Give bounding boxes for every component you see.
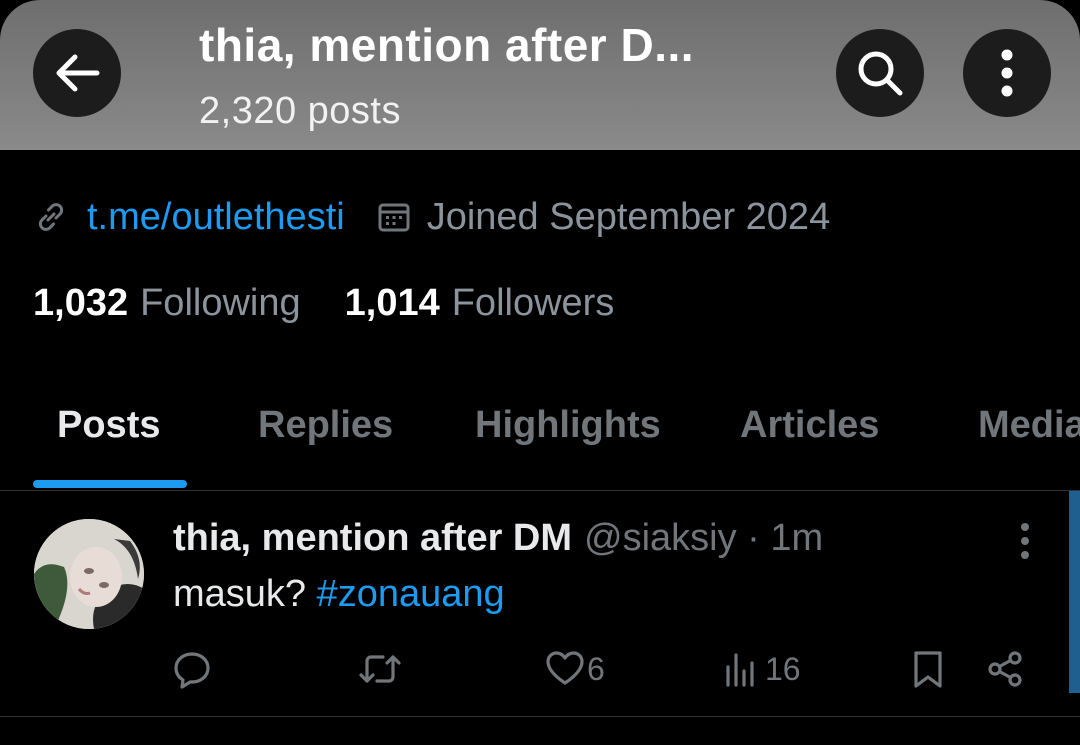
reply-icon [174, 652, 210, 689]
view-count: 16 [765, 650, 801, 687]
arrow-left-icon [56, 54, 100, 92]
repost-icon [359, 655, 401, 683]
search-button[interactable] [836, 29, 924, 117]
follow-stats: 1,032 Following 1,014 Followers [33, 278, 658, 328]
post-handle-time: @siaksiy · 1m [584, 517, 824, 559]
share-icon [988, 651, 1022, 687]
reply-button[interactable] [172, 641, 212, 697]
avatar[interactable] [34, 519, 144, 629]
back-button[interactable] [33, 29, 121, 117]
header-post-count: 2,320 posts [199, 90, 401, 132]
like-button[interactable]: 6 [545, 641, 605, 697]
profile-link[interactable]: t.me/outlethesti [87, 196, 345, 239]
joined-date: Joined September 2024 [426, 195, 831, 238]
following-count[interactable]: 1,032 [33, 282, 128, 325]
post-author-name[interactable]: thia, mention after DM [173, 517, 572, 560]
share-button[interactable] [986, 641, 1026, 697]
link-icon [38, 203, 64, 231]
post-header: thia, mention after DM @siaksiy · 1m [173, 517, 823, 560]
avatar-image [34, 519, 144, 629]
like-count: 6 [587, 650, 605, 687]
header-title: thia, mention after D... [199, 19, 695, 71]
post-actions: 6 16 [0, 641, 1080, 697]
post-hashtag[interactable]: #zonauang [317, 573, 505, 615]
tab-articles[interactable]: Articles [740, 404, 879, 447]
followers-count[interactable]: 1,014 [345, 282, 440, 325]
active-tab-indicator [33, 480, 187, 488]
more-vertical-icon [1001, 49, 1013, 97]
scroll-indicator[interactable] [1069, 491, 1080, 693]
heart-icon [546, 651, 584, 685]
bookmark-button[interactable] [910, 641, 946, 697]
profile-header: thia, mention after D... 2,320 posts [0, 0, 1080, 150]
tab-media[interactable]: Media [978, 404, 1080, 447]
post[interactable]: thia, mention after DM @siaksiy · 1m mas… [0, 491, 1080, 716]
post-text: masuk? #zonauang [173, 573, 505, 616]
post-more-icon[interactable] [1008, 521, 1042, 561]
followers-label[interactable]: Followers [452, 282, 615, 325]
tab-highlights[interactable]: Highlights [475, 404, 661, 447]
bookmark-icon [914, 651, 942, 688]
views-button[interactable]: 16 [723, 641, 801, 697]
more-options-button[interactable] [963, 29, 1051, 117]
calendar-icon [378, 203, 410, 232]
profile-tabs: Posts Replies Highlights Articles Media [0, 390, 1080, 490]
tab-posts[interactable]: Posts [57, 404, 160, 447]
tab-replies[interactable]: Replies [258, 404, 393, 447]
post-divider [0, 716, 1080, 717]
post-body: masuk? [173, 573, 317, 615]
search-icon [858, 51, 903, 96]
repost-button[interactable] [357, 641, 403, 697]
following-label[interactable]: Following [140, 282, 301, 325]
views-icon [726, 653, 754, 687]
profile-meta-row: t.me/outlethesti Joined September 2024 [33, 192, 830, 242]
